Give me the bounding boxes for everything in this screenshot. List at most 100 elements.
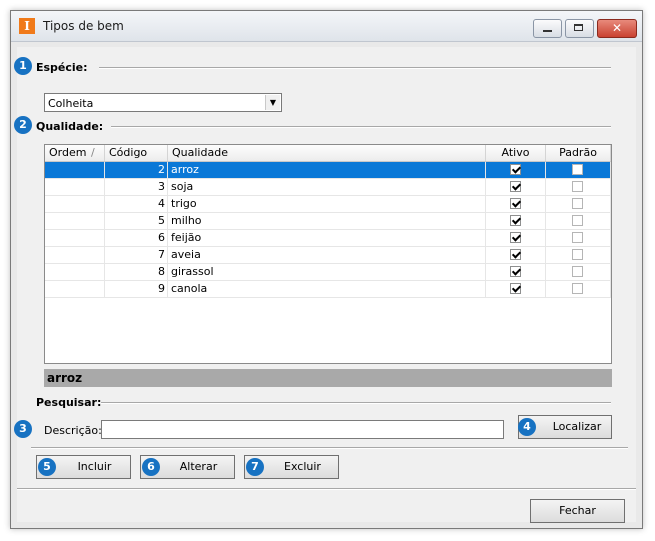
column-header-ordem-label: Ordem: [49, 146, 87, 159]
column-header-codigo[interactable]: Código: [105, 145, 168, 161]
ativo-checkbox[interactable]: [510, 283, 521, 294]
minimize-button[interactable]: [533, 19, 562, 38]
step-badge-1: 1: [14, 57, 32, 75]
column-header-padrao[interactable]: Padrão: [546, 145, 611, 161]
ativo-checkbox[interactable]: [510, 198, 521, 209]
ativo-checkbox[interactable]: [510, 215, 521, 226]
cell-codigo: 7: [105, 247, 168, 263]
padrao-checkbox[interactable]: [572, 215, 583, 226]
cell-ordem: [45, 281, 105, 297]
cell-codigo: 5: [105, 213, 168, 229]
step-badge-3: 3: [14, 420, 32, 438]
fechar-button-label: Fechar: [559, 504, 596, 517]
cell-padrao: [546, 179, 611, 195]
qualidade-label: Qualidade:: [36, 120, 104, 133]
app-icon: I: [19, 18, 35, 34]
close-icon: ✕: [611, 21, 623, 35]
cell-qualidade: feijão: [168, 230, 486, 246]
ativo-checkbox[interactable]: [510, 164, 521, 175]
table-row[interactable]: 9 canola: [45, 281, 611, 298]
cell-padrao: [546, 230, 611, 246]
cell-ativo: [486, 213, 546, 229]
especie-select[interactable]: Colheita ▼: [44, 93, 282, 112]
cell-codigo: 4: [105, 196, 168, 212]
cell-qualidade: milho: [168, 213, 486, 229]
cell-padrao: [546, 281, 611, 297]
cell-ordem: [45, 230, 105, 246]
column-header-qualidade[interactable]: Qualidade: [168, 145, 486, 161]
cell-ordem: [45, 179, 105, 195]
cell-padrao: [546, 162, 611, 178]
step-badge-2: 2: [14, 116, 32, 134]
cell-qualidade: arroz: [168, 162, 486, 178]
excluir-button[interactable]: 7 Excluir: [244, 455, 339, 479]
title-bar[interactable]: I Tipos de bem ✕: [11, 11, 642, 42]
qualidade-grid[interactable]: Ordem / Código Qualidade Ativo Padrão 2a…: [44, 144, 612, 364]
padrao-checkbox[interactable]: [572, 198, 583, 209]
alterar-button-label: Alterar: [179, 460, 218, 473]
cell-ordem: [45, 196, 105, 212]
cell-codigo: 8: [105, 264, 168, 280]
incluir-button-label: Incluir: [77, 460, 112, 473]
ativo-checkbox[interactable]: [510, 181, 521, 192]
especie-select-value: Colheita: [48, 97, 94, 110]
cell-qualidade: canola: [168, 281, 486, 297]
especie-divider: [99, 67, 611, 69]
padrao-checkbox[interactable]: [572, 232, 583, 243]
padrao-checkbox[interactable]: [572, 283, 583, 294]
pesquisar-divider: [101, 402, 611, 404]
cell-ativo: [486, 162, 546, 178]
cell-qualidade: trigo: [168, 196, 486, 212]
cell-ordem: [45, 247, 105, 263]
grid-header: Ordem / Código Qualidade Ativo Padrão: [45, 145, 611, 162]
table-row[interactable]: 2 arroz: [45, 162, 611, 179]
chevron-down-icon[interactable]: ▼: [265, 95, 280, 110]
qualidade-divider: [111, 126, 611, 128]
table-row[interactable]: 4 trigo: [45, 196, 611, 213]
window-title: Tipos de bem: [43, 19, 124, 33]
column-header-ativo[interactable]: Ativo: [486, 145, 546, 161]
column-header-ordem[interactable]: Ordem /: [45, 145, 105, 161]
descricao-input[interactable]: [101, 420, 504, 439]
ativo-checkbox[interactable]: [510, 232, 521, 243]
especie-label: Espécie:: [36, 61, 88, 74]
ativo-checkbox[interactable]: [510, 249, 521, 260]
close-button[interactable]: ✕: [597, 19, 637, 38]
cell-ativo: [486, 196, 546, 212]
tipos-de-bem-window: I Tipos de bem ✕ 1 Espécie: Colheita ▼ 2…: [10, 10, 643, 529]
cell-padrao: [546, 196, 611, 212]
descricao-label: Descrição:: [44, 424, 102, 437]
cell-padrao: [546, 213, 611, 229]
cell-qualidade: girassol: [168, 264, 486, 280]
cell-ativo: [486, 264, 546, 280]
cell-ativo: [486, 179, 546, 195]
padrao-checkbox[interactable]: [572, 249, 583, 260]
maximize-button[interactable]: [565, 19, 594, 38]
ativo-checkbox[interactable]: [510, 266, 521, 277]
table-row[interactable]: 6 feijão: [45, 230, 611, 247]
incluir-button[interactable]: 5 Incluir: [36, 455, 131, 479]
step-badge-6: 6: [142, 458, 160, 476]
table-row[interactable]: 8 girassol: [45, 264, 611, 281]
cell-ativo: [486, 281, 546, 297]
fechar-button[interactable]: Fechar: [530, 499, 625, 523]
localizar-button[interactable]: 4 Localizar: [518, 415, 612, 439]
minimize-icon: [543, 30, 552, 32]
cell-ordem: [45, 213, 105, 229]
alterar-button[interactable]: 6 Alterar: [140, 455, 235, 479]
actions-divider: [31, 447, 628, 449]
padrao-checkbox[interactable]: [572, 164, 583, 175]
padrao-checkbox[interactable]: [572, 181, 583, 192]
cell-ordem: [45, 162, 105, 178]
padrao-checkbox[interactable]: [572, 266, 583, 277]
table-row[interactable]: 5 milho: [45, 213, 611, 230]
table-row[interactable]: 3 soja: [45, 179, 611, 196]
footer-divider: [17, 488, 636, 490]
selected-quality-detail: arroz: [44, 369, 612, 387]
dialog-client-area: 1 Espécie: Colheita ▼ 2 Qualidade: Ordem…: [14, 47, 636, 523]
pesquisar-label: Pesquisar:: [36, 396, 102, 409]
table-row[interactable]: 7 aveia: [45, 247, 611, 264]
cell-ativo: [486, 247, 546, 263]
step-badge-5: 5: [38, 458, 56, 476]
localizar-button-label: Localizar: [552, 420, 602, 433]
